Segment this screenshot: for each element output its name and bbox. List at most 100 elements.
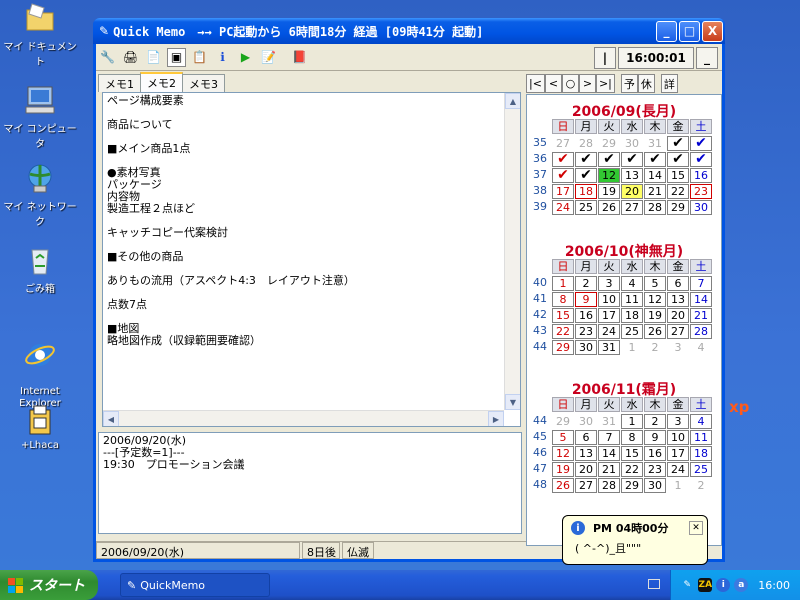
- calendar-day[interactable]: 11: [621, 292, 643, 307]
- calendar-day[interactable]: 2: [575, 276, 597, 291]
- calendar-day[interactable]: 15: [621, 446, 643, 461]
- calendar-day[interactable]: ✔: [552, 168, 574, 183]
- calendar-day[interactable]: 30: [575, 340, 597, 355]
- nav-prev-button[interactable]: <: [544, 74, 562, 93]
- info-icon[interactable]: ℹ: [213, 48, 232, 67]
- calendar-day[interactable]: 9: [575, 292, 597, 307]
- memo-horizontal-scrollbar[interactable]: ◀ ▶: [103, 410, 504, 426]
- calendar-day[interactable]: 28: [644, 200, 666, 215]
- calendar-day[interactable]: 4: [690, 340, 712, 355]
- internet-explorer[interactable]: Internet Explorer: [0, 326, 80, 410]
- recycle-bin[interactable]: ごみ箱: [0, 244, 80, 295]
- calendar-day[interactable]: 14: [644, 168, 666, 183]
- calendar-day[interactable]: 30: [644, 478, 666, 493]
- tools-icon[interactable]: 🔧: [98, 48, 117, 67]
- calendar-day[interactable]: 23: [644, 462, 666, 477]
- calendar-day[interactable]: 16: [644, 446, 666, 461]
- calendar-day[interactable]: 20: [621, 184, 643, 199]
- my-network-icon[interactable]: マイ ネットワーク: [0, 162, 80, 228]
- calendar-day[interactable]: 17: [667, 446, 689, 461]
- calendar-day[interactable]: 14: [690, 292, 712, 307]
- calendar-day[interactable]: 12: [552, 446, 574, 461]
- calendar-day[interactable]: 21: [690, 308, 712, 323]
- nav-last-button[interactable]: >|: [595, 74, 615, 93]
- calendar-day[interactable]: 29: [552, 340, 574, 355]
- schedule-panel[interactable]: 2006/09/20(水) ---[予定数=1]--- 19:30 プロモーショ…: [98, 432, 522, 534]
- memo-vertical-scrollbar[interactable]: ▲ ▼: [504, 93, 520, 410]
- calendar-day[interactable]: 26: [598, 200, 620, 215]
- calendar-day[interactable]: 19: [598, 184, 620, 199]
- calendar-day[interactable]: 20: [575, 462, 597, 477]
- calendar-day[interactable]: ✔: [667, 136, 689, 151]
- calendar-day[interactable]: 30: [621, 136, 643, 151]
- calendar-day[interactable]: 26: [644, 324, 666, 339]
- calendar-day[interactable]: 11: [690, 430, 712, 445]
- calendar-day[interactable]: 3: [667, 340, 689, 355]
- calendar-day[interactable]: 29: [667, 200, 689, 215]
- calendar-day[interactable]: 17: [598, 308, 620, 323]
- calendar-day[interactable]: 17: [552, 184, 574, 199]
- document-icon[interactable]: 📝: [259, 48, 278, 67]
- tab-memo1[interactable]: メモ1: [98, 74, 141, 92]
- calendar-day[interactable]: 15: [552, 308, 574, 323]
- calendar-day[interactable]: 6: [575, 430, 597, 445]
- calendar-day[interactable]: ✔: [552, 152, 574, 167]
- calendar-day[interactable]: 10: [667, 430, 689, 445]
- calendar-day[interactable]: 9: [644, 430, 666, 445]
- zonealarm-icon[interactable]: ZA: [698, 578, 713, 592]
- memo-text[interactable]: ページ構成要素 商品について ■メイン商品1点 ●素材写真 パッケージ 内容物 …: [103, 93, 520, 349]
- calendar-day[interactable]: 1: [621, 340, 643, 355]
- scroll-up-icon[interactable]: ▲: [505, 93, 520, 109]
- calendar-day[interactable]: 27: [575, 478, 597, 493]
- quickmemo-tray-icon[interactable]: ✎: [680, 578, 694, 592]
- calendar-day[interactable]: 14: [598, 446, 620, 461]
- calendar-day[interactable]: 26: [552, 478, 574, 493]
- holiday-button[interactable]: 休: [637, 74, 655, 93]
- calendar-day[interactable]: 12: [598, 168, 620, 183]
- calendar-day[interactable]: 1: [621, 414, 643, 429]
- nav-next-button[interactable]: >: [578, 74, 596, 93]
- calendar-day[interactable]: 22: [621, 462, 643, 477]
- calendar-day[interactable]: 18: [621, 308, 643, 323]
- calendar-day[interactable]: 18: [690, 446, 712, 461]
- calendar-day[interactable]: 29: [552, 414, 574, 429]
- calendar-day[interactable]: 27: [667, 324, 689, 339]
- calendar-day[interactable]: 5: [644, 276, 666, 291]
- calendar-day[interactable]: 3: [598, 276, 620, 291]
- calendar-day[interactable]: 8: [621, 430, 643, 445]
- calendar-day[interactable]: 28: [690, 324, 712, 339]
- info-tray-icon[interactable]: i: [716, 578, 731, 592]
- calendar-day[interactable]: 13: [621, 168, 643, 183]
- clock-right-button[interactable]: _: [696, 47, 718, 69]
- calendar-day[interactable]: 24: [552, 200, 574, 215]
- calendar-day[interactable]: 28: [575, 136, 597, 151]
- calendar-day[interactable]: ✔: [575, 168, 597, 183]
- preview-icon[interactable]: 📄: [144, 48, 163, 67]
- calendar-day[interactable]: 25: [621, 324, 643, 339]
- scroll-right-icon[interactable]: ▶: [488, 411, 504, 426]
- keyboard-icon[interactable]: [648, 579, 660, 589]
- book-icon[interactable]: 📕: [290, 48, 309, 67]
- nav-first-button[interactable]: |<: [526, 74, 545, 93]
- calendar-day[interactable]: 1: [667, 478, 689, 493]
- calendar-day[interactable]: 19: [644, 308, 666, 323]
- calendar-day[interactable]: 27: [552, 136, 574, 151]
- calendar-day[interactable]: 5: [552, 430, 574, 445]
- calendar-day[interactable]: 25: [575, 200, 597, 215]
- scroll-left-icon[interactable]: ◀: [103, 411, 119, 426]
- calendar-day[interactable]: 29: [598, 136, 620, 151]
- calendar-day[interactable]: ✔: [690, 136, 712, 151]
- calendar-day[interactable]: 7: [690, 276, 712, 291]
- start-button[interactable]: スタート: [0, 570, 98, 600]
- calendar-day[interactable]: 15: [667, 168, 689, 183]
- calendar-day[interactable]: 22: [667, 184, 689, 199]
- minimize-button[interactable]: _: [656, 20, 677, 42]
- calendar-day[interactable]: 7: [598, 430, 620, 445]
- calendar-day[interactable]: 2: [690, 478, 712, 493]
- calendar-day[interactable]: 25: [690, 462, 712, 477]
- my-documents-icon[interactable]: マイ ドキュメント: [0, 2, 80, 68]
- calendar-day[interactable]: 21: [644, 184, 666, 199]
- schedule-button[interactable]: 予: [620, 74, 638, 93]
- calendar-day[interactable]: 12: [644, 292, 666, 307]
- print-icon[interactable]: 🖨: [121, 48, 140, 67]
